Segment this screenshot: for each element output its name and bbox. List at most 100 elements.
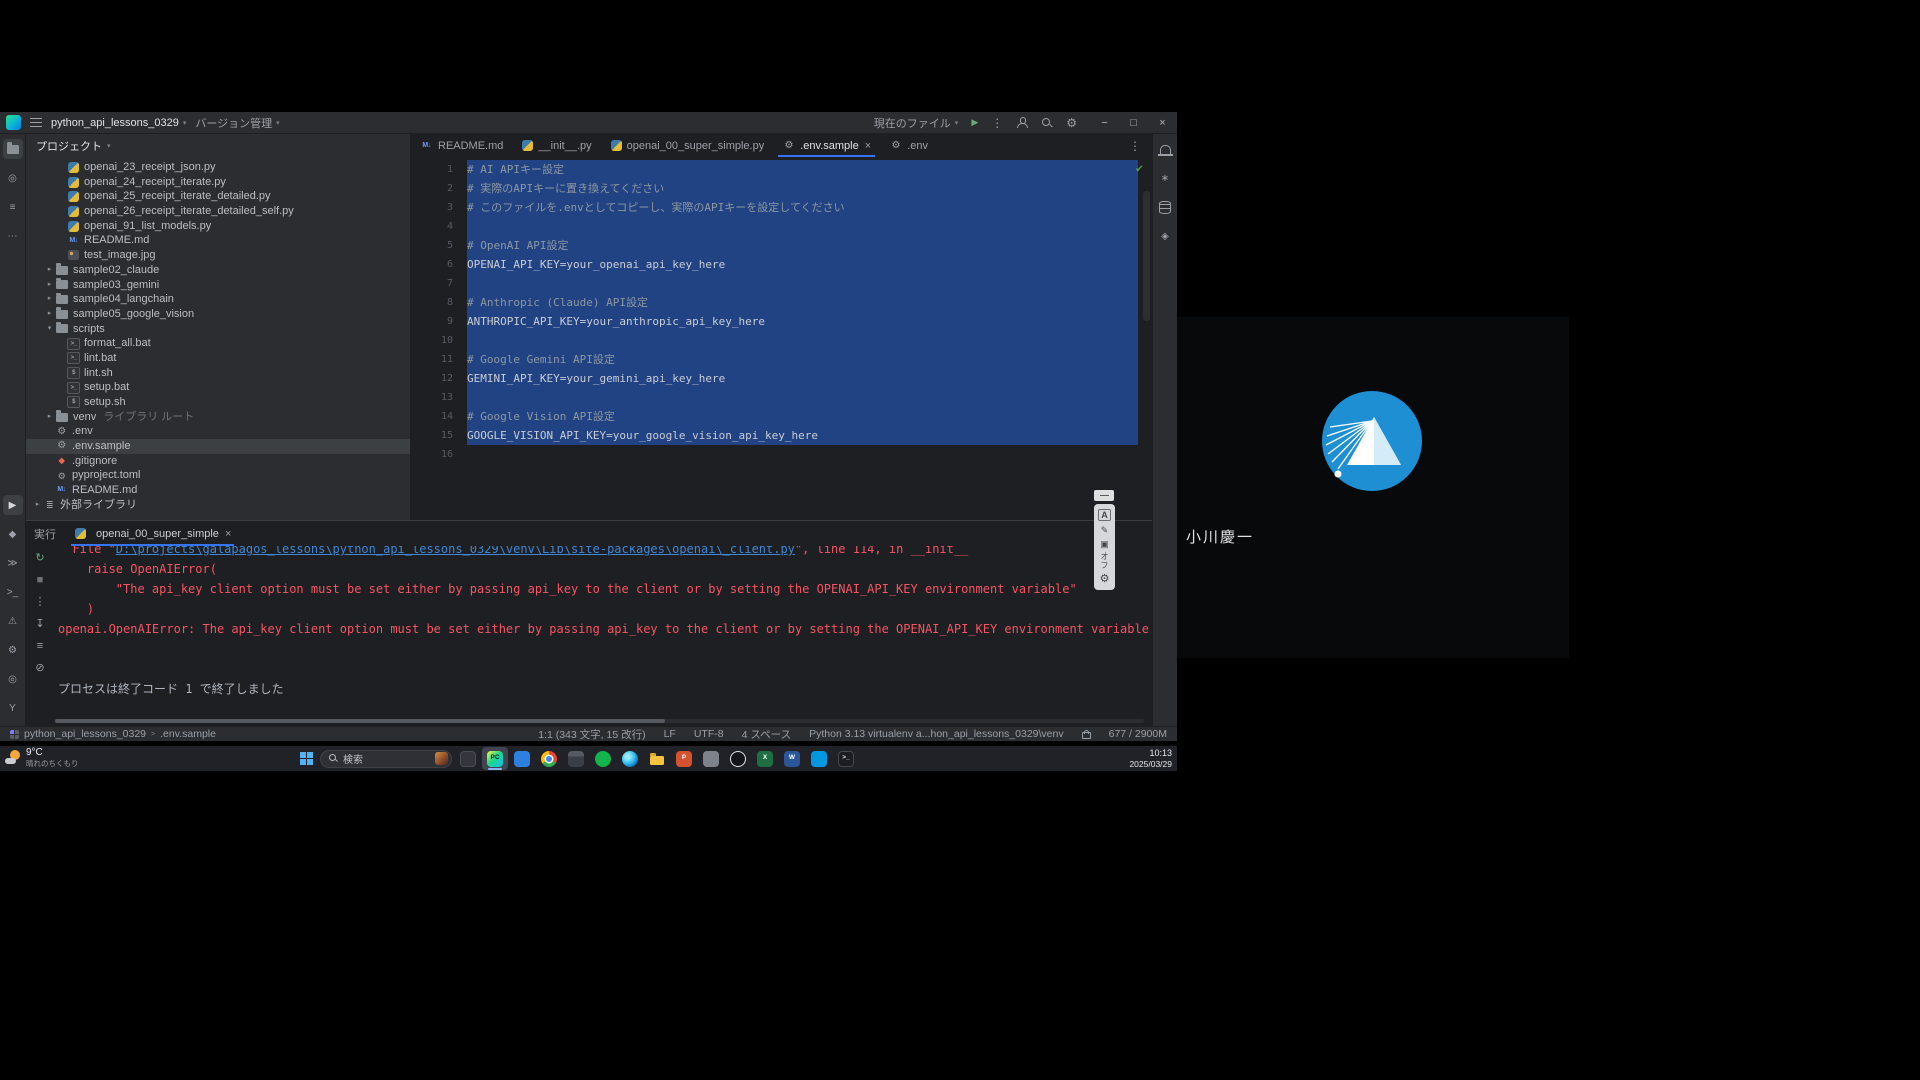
stacktrace-file-link[interactable]: D:\projects\galapagos_lessons\python_api… xyxy=(116,546,795,556)
run-tool-icon[interactable]: ▶ xyxy=(3,495,23,515)
start-button[interactable] xyxy=(300,752,313,765)
more-tool-windows-icon[interactable]: ⋯ xyxy=(3,226,23,246)
taskbar-widgets-button[interactable] xyxy=(455,747,481,770)
minimize-button[interactable]: − xyxy=(1090,112,1119,133)
taskbar-gray-app-button[interactable] xyxy=(698,747,724,770)
tree-item[interactable]: $setup.sh xyxy=(26,395,410,410)
tree-item[interactable]: ▸venvライブラリ ルート xyxy=(26,410,410,425)
close-tab-icon[interactable]: × xyxy=(865,140,871,152)
editor-tab[interactable]: __init__.py xyxy=(512,134,600,157)
copy-tool-icon[interactable]: ▣ xyxy=(1100,539,1109,549)
taskbar-green-app-button[interactable] xyxy=(590,747,616,770)
taskbar-clock[interactable]: 10:13 2025/03/29 xyxy=(1129,748,1172,769)
scroll-to-end-icon[interactable]: ↧ xyxy=(31,616,49,631)
vcs-widget[interactable]: バージョン管理 ▾ xyxy=(195,115,279,131)
editor-line[interactable]: 13 xyxy=(411,388,1152,407)
stop-icon[interactable]: ■ xyxy=(31,572,49,587)
taskbar-blue-app-button[interactable] xyxy=(509,747,535,770)
editor-tab[interactable]: ⚙.env.sample× xyxy=(773,134,880,157)
editor-line[interactable]: 1# AI APIキー設定 xyxy=(411,160,1152,179)
editor-line[interactable]: 11# Google Gemini API設定 xyxy=(411,350,1152,369)
editor-line[interactable]: 5# OpenAI API設定 xyxy=(411,236,1152,255)
database-tool-icon[interactable] xyxy=(1155,197,1175,217)
annotation-minimize-button[interactable] xyxy=(1094,490,1114,501)
editor-view[interactable]: 1# AI APIキー設定2# 実際のAPIキーに置き換えてください3# このフ… xyxy=(411,157,1152,520)
more-options-icon[interactable]: ⋮ xyxy=(31,594,49,609)
maximize-button[interactable]: □ xyxy=(1119,112,1148,133)
notifications-bell-icon[interactable] xyxy=(1155,139,1175,159)
taskbar-powerpoint-button[interactable]: P xyxy=(671,747,697,770)
readonly-lock-icon[interactable] xyxy=(1082,732,1091,739)
tree-item[interactable]: ⚙.env.sample xyxy=(26,439,410,454)
commit-tool-icon[interactable]: ◎ xyxy=(3,168,23,188)
taskbar-edge-button[interactable] xyxy=(617,747,643,770)
tree-item[interactable]: ⚙.env xyxy=(26,424,410,439)
tree-item[interactable]: openai_23_receipt_json.py xyxy=(26,160,410,175)
status-segment[interactable]: UTF-8 xyxy=(694,728,724,740)
version-control-icon[interactable]: Y xyxy=(3,698,23,718)
taskbar-terminal-button[interactable]: >_ xyxy=(833,747,859,770)
tree-item[interactable]: >_setup.bat xyxy=(26,380,410,395)
python-packages-icon[interactable]: ≫ xyxy=(3,553,23,573)
structure-tool-icon[interactable]: ≡ xyxy=(3,197,23,217)
taskbar-pycharm-button[interactable]: PC xyxy=(482,747,508,770)
editor-tab[interactable]: openai_00_super_simple.py xyxy=(601,134,774,157)
editor-tab[interactable]: ⚙.env xyxy=(880,134,937,157)
main-menu-icon[interactable] xyxy=(30,118,42,127)
tree-item[interactable]: ▸≣外部ライブラリ xyxy=(26,498,410,513)
status-segment[interactable]: 677 / 2900M xyxy=(1109,728,1167,740)
run-process-tab[interactable]: openai_00_super_simple × xyxy=(68,521,237,546)
more-actions-icon[interactable]: ⋮ xyxy=(991,116,1003,130)
close-button[interactable]: × xyxy=(1148,112,1177,133)
text-tool-icon[interactable]: A xyxy=(1098,509,1111,521)
editor-line[interactable]: 4 xyxy=(411,217,1152,236)
search-everywhere-icon[interactable] xyxy=(1041,117,1053,129)
editor-tab[interactable]: M↓README.md xyxy=(411,134,512,157)
tab-options-icon[interactable]: ⋮ xyxy=(1118,139,1152,153)
debug-tool-icon[interactable]: ◆ xyxy=(3,524,23,544)
services-tool-icon[interactable]: ⚙ xyxy=(3,640,23,660)
close-tab-icon[interactable]: × xyxy=(225,528,231,540)
tree-item[interactable]: ▾scripts xyxy=(26,322,410,337)
tree-item[interactable]: ▸sample05_google_vision xyxy=(26,307,410,322)
taskbar-search[interactable]: 検索 xyxy=(320,750,452,768)
project-tool-icon[interactable] xyxy=(3,139,23,159)
console-h-scrollbar[interactable] xyxy=(55,719,1144,723)
tree-item[interactable]: openai_25_receipt_iterate_detailed.py xyxy=(26,189,410,204)
status-segment[interactable]: 4 スペース xyxy=(742,727,792,742)
editor-line[interactable]: 14# Google Vision API設定 xyxy=(411,407,1152,426)
editor-line[interactable]: 7 xyxy=(411,274,1152,293)
run-button[interactable]: ▶ xyxy=(971,117,978,128)
editor-line[interactable]: 16 xyxy=(411,445,1152,464)
run-config-selector[interactable]: 現在のファイル ▾ xyxy=(874,115,959,131)
editor-line[interactable]: 6OPENAI_API_KEY=your_openai_api_key_here xyxy=(411,255,1152,274)
taskbar-word-button[interactable]: W xyxy=(779,747,805,770)
taskbar-excel-button[interactable]: X xyxy=(752,747,778,770)
soft-wrap-icon[interactable]: ≡ xyxy=(31,638,49,653)
taskbar-calculator-button[interactable] xyxy=(563,747,589,770)
breadcrumb-file[interactable]: .env.sample xyxy=(160,728,216,740)
tree-item[interactable]: openai_24_receipt_iterate.py xyxy=(26,175,410,190)
editor-scrollbar[interactable] xyxy=(1143,191,1150,321)
taskbar-obs-button[interactable] xyxy=(725,747,751,770)
code-with-me-icon[interactable] xyxy=(1016,117,1028,128)
editor-line[interactable]: 8# Anthropic (Claude) API設定 xyxy=(411,293,1152,312)
console-output[interactable]: File "D:\projects\galapagos_lessons\pyth… xyxy=(54,546,1152,726)
terminal-tool-icon[interactable]: >_ xyxy=(3,582,23,602)
status-segment[interactable]: Python 3.13 virtualenv a...hon_api_lesso… xyxy=(809,728,1064,740)
tree-item[interactable]: >_format_all.bat xyxy=(26,336,410,351)
project-panel-header[interactable]: プロジェクト ▾ xyxy=(26,134,410,158)
editor-line[interactable]: 3# このファイルを.envとしてコピーし、実際のAPIキーを設定してください xyxy=(411,198,1152,217)
editor-line[interactable]: 9ANTHROPIC_API_KEY=your_anthropic_api_ke… xyxy=(411,312,1152,331)
tree-item[interactable]: $lint.sh xyxy=(26,366,410,381)
tree-item[interactable]: ▸sample04_langchain xyxy=(26,292,410,307)
tree-item[interactable]: openai_26_receipt_iterate_detailed_self.… xyxy=(26,204,410,219)
breadcrum b-project[interactable]: python_api_lessons_0329 xyxy=(24,728,146,740)
tree-item[interactable]: openai_91_list_models.py xyxy=(26,219,410,234)
rerun-icon[interactable]: ↻ xyxy=(31,550,49,565)
taskbar-vscode-button[interactable] xyxy=(806,747,832,770)
editor-line[interactable]: 12GEMINI_API_KEY=your_gemini_api_key_her… xyxy=(411,369,1152,388)
tree-item[interactable]: M↓README.md xyxy=(26,233,410,248)
notifications-tool-icon[interactable]: ◎ xyxy=(3,669,23,689)
tree-item[interactable]: test_image.jpg xyxy=(26,248,410,263)
